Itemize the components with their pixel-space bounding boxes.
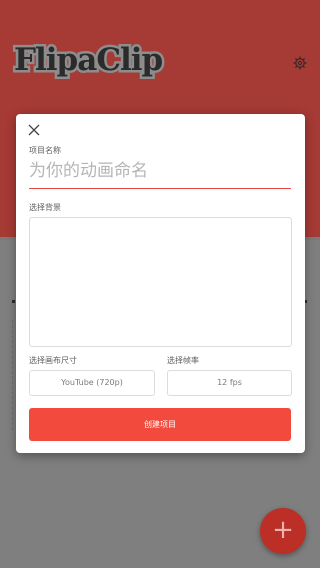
add-project-fab[interactable]: + [260, 508, 306, 554]
canvas-size-label: 选择画布尺寸 [29, 356, 77, 365]
gear-icon[interactable] [293, 56, 307, 70]
close-svg [28, 124, 40, 136]
background-picker[interactable] [29, 217, 292, 347]
frame-rate-select[interactable]: 12 fps [167, 370, 292, 396]
canvas-size-select[interactable]: YouTube (720p) [29, 370, 155, 396]
create-project-button[interactable]: 创建项目 [29, 408, 291, 441]
background-label: 选择背景 [29, 203, 61, 212]
close-icon[interactable] [27, 122, 41, 136]
project-name-input[interactable] [29, 154, 291, 189]
plus-icon: + [272, 515, 294, 545]
gear-svg [293, 56, 307, 70]
new-project-dialog: 项目名称 选择背景 选择画布尺寸 选择帧率 YouTube (720p) 12 … [16, 114, 305, 453]
app-logo: FlipaClip [11, 38, 165, 88]
frame-rate-label: 选择帧率 [167, 356, 199, 365]
left-marker [12, 300, 15, 303]
dashed-guide [12, 320, 14, 430]
logo-text: FlipaClip [11, 40, 165, 81]
